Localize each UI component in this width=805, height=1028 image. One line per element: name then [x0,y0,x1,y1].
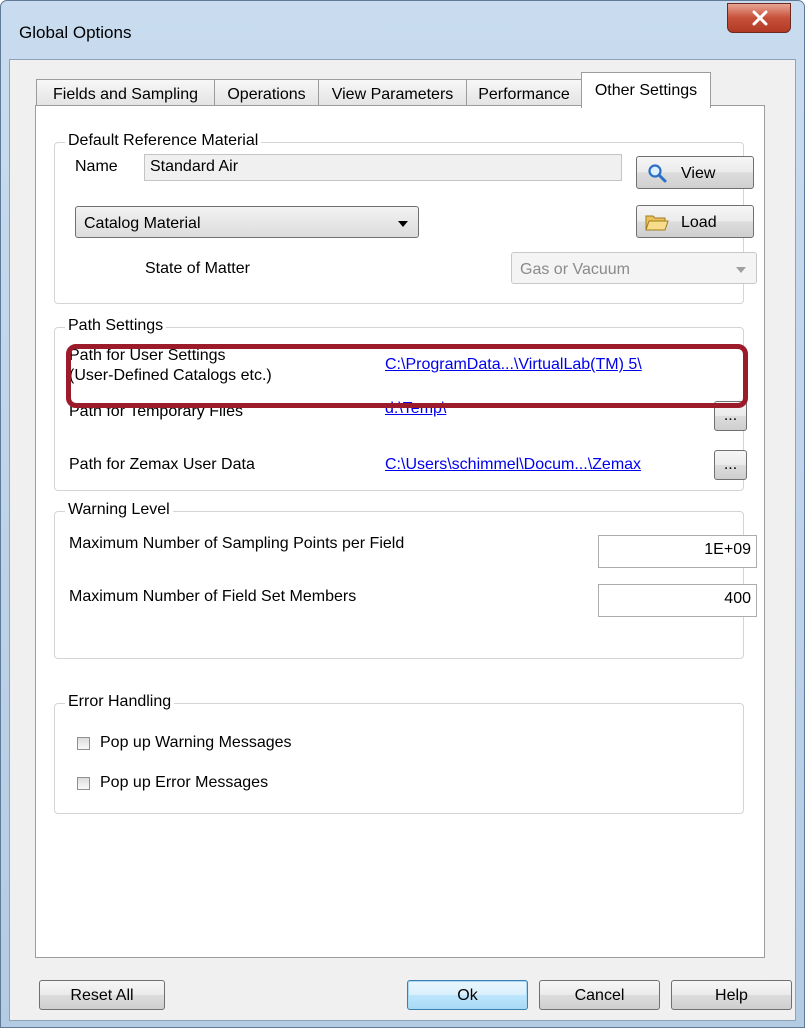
reset-all-button[interactable]: Reset All [39,980,165,1010]
view-button-label: View [681,165,716,182]
load-button[interactable]: Load [636,205,754,238]
cancel-button[interactable]: Cancel [539,980,660,1010]
help-button[interactable]: Help [671,980,792,1010]
title-bar[interactable]: Global Options [1,1,804,59]
popup-warning-label: Pop up Warning Messages [100,734,292,751]
tab-other-settings[interactable]: Other Settings [581,72,711,108]
window-title: Global Options [19,23,132,42]
chevron-down-icon [736,267,746,273]
close-icon [752,10,768,26]
error-handling-group: Error Handling Pop up Warning Messages P… [54,693,744,814]
max-sampling-points-label: Maximum Number of Sampling Points per Fi… [69,535,405,552]
group-label-path-settings: Path Settings [65,317,167,335]
load-button-label: Load [681,214,717,231]
default-reference-material-group: Default Reference Material Name Standard… [54,132,757,304]
tab-operations[interactable]: Operations [214,79,319,106]
dialog-client-area: Fields and Sampling Operations View Para… [9,59,796,1021]
ok-button[interactable]: Ok [407,980,528,1010]
name-label: Name [75,158,118,175]
material-type-dropdown[interactable]: Catalog Material [75,206,419,238]
group-label-error-handling: Error Handling [65,693,175,711]
browse-zemax-user-data-button[interactable]: ... [714,450,747,480]
tab-view-parameters[interactable]: View Parameters [318,79,467,106]
max-sampling-points-input[interactable]: 1E+09 [598,535,757,568]
material-type-value: Catalog Material [84,215,201,232]
max-field-set-members-input[interactable]: 400 [598,584,757,617]
tab-performance[interactable]: Performance [466,79,582,106]
popup-warning-checkbox[interactable] [77,737,90,750]
tab-fields-and-sampling[interactable]: Fields and Sampling [36,79,215,106]
group-label-default-reference-material: Default Reference Material [65,132,262,150]
close-button[interactable] [727,3,791,33]
state-of-matter-dropdown[interactable]: Gas or Vacuum [511,252,757,284]
state-of-matter-label: State of Matter [145,260,250,277]
warning-level-group: Warning Level Maximum Number of Sampling… [54,501,757,659]
path-zemax-user-data-label: Path for Zemax User Data [69,456,255,473]
annotation-highlight-box [66,344,748,408]
global-options-dialog: Global Options Fields and Sampling Opera… [0,0,805,1028]
popup-error-label: Pop up Error Messages [100,774,269,791]
material-name-field[interactable]: Standard Air [144,154,622,181]
path-zemax-user-data-link[interactable]: C:\Users\schimmel\Docum...\Zemax [385,456,641,474]
group-label-warning-level: Warning Level [65,501,173,519]
folder-icon [645,215,669,231]
state-of-matter-value: Gas or Vacuum [520,261,630,278]
max-field-set-members-label: Maximum Number of Field Set Members [69,588,357,605]
view-button[interactable]: View [636,156,754,189]
magnifier-icon [648,164,667,183]
popup-error-checkbox[interactable] [77,777,90,790]
other-settings-panel: Default Reference Material Name Standard… [35,105,765,958]
chevron-down-icon [398,221,408,227]
